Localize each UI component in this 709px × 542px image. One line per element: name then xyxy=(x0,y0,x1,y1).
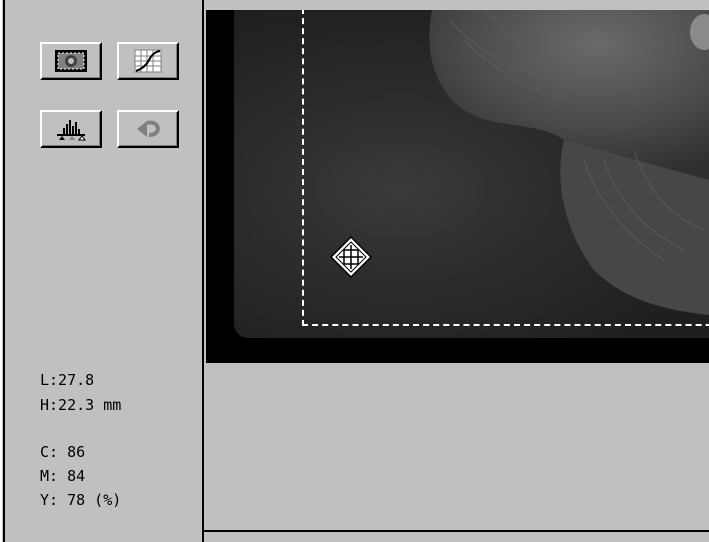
height-readout: H:22.3 mm xyxy=(40,396,122,414)
tool-panel: L:27.8 H:22.3 mm C: 86 M: 84 Y: 78 (%) xyxy=(7,0,202,542)
auto-exposure-button[interactable] xyxy=(40,42,102,80)
yellow-readout: Y: 78 (%) xyxy=(40,491,122,509)
magenta-readout: M: 84 xyxy=(40,467,86,485)
preview-bottom-border xyxy=(204,530,709,532)
scanned-photo xyxy=(234,10,709,338)
cyan-readout: C: 86 xyxy=(40,443,86,461)
curve-grid-icon xyxy=(134,49,162,73)
preview-image-area[interactable] xyxy=(206,10,709,363)
move-cursor-icon xyxy=(329,235,373,279)
window-left-border xyxy=(0,0,5,542)
histogram-icon xyxy=(57,120,86,141)
undo-button[interactable] xyxy=(117,110,179,148)
length-readout: L:27.8 xyxy=(40,371,95,389)
image-frame-icon xyxy=(55,50,87,72)
histogram-button[interactable] xyxy=(40,110,102,148)
tone-curve-button[interactable] xyxy=(117,42,179,80)
undo-arrow-icon xyxy=(137,120,161,137)
